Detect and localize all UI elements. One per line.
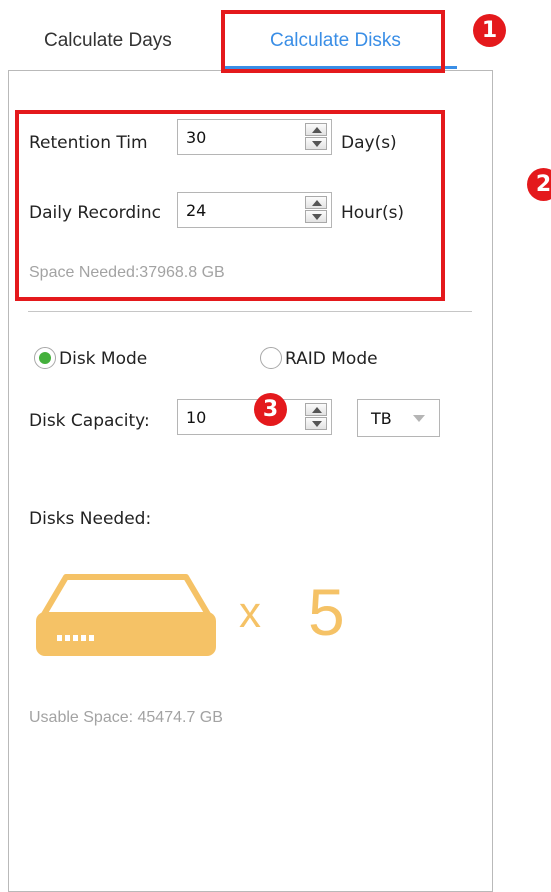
chevron-down-icon [413,415,425,422]
annotation-box-inputs [15,110,445,301]
annotation-box-tab [221,10,445,73]
radio-selected-dot [39,352,51,364]
annotation-badge-1: 1 [473,14,506,47]
capacity-unit-value: TB [371,409,392,428]
raid-mode-label[interactable]: RAID Mode [285,349,378,369]
tab-calculate-days[interactable]: Calculate Days [44,30,172,52]
annotation-badge-3: 3 [254,393,287,426]
disk-capacity-value[interactable]: 10 [186,408,206,427]
raid-mode-radio[interactable] [260,347,282,369]
capacity-unit-select[interactable]: TB [357,399,440,437]
usable-space-text: Usable Space: 45474.7 GB [29,709,223,726]
capacity-spin-buttons [305,403,327,431]
section-divider [28,311,472,312]
multiply-sign: x [239,588,261,637]
disk-mode-label[interactable]: Disk Mode [59,349,147,369]
spin-up-icon[interactable] [305,403,327,416]
disk-mode-radio[interactable] [34,347,56,369]
disks-needed-count: 5 [308,575,345,649]
hard-disk-icon [36,574,216,656]
disk-capacity-label: Disk Capacity: [29,411,150,431]
annotation-badge-2: 2 [527,168,551,201]
spin-down-icon[interactable] [305,417,327,430]
disks-needed-label: Disks Needed: [29,509,152,529]
